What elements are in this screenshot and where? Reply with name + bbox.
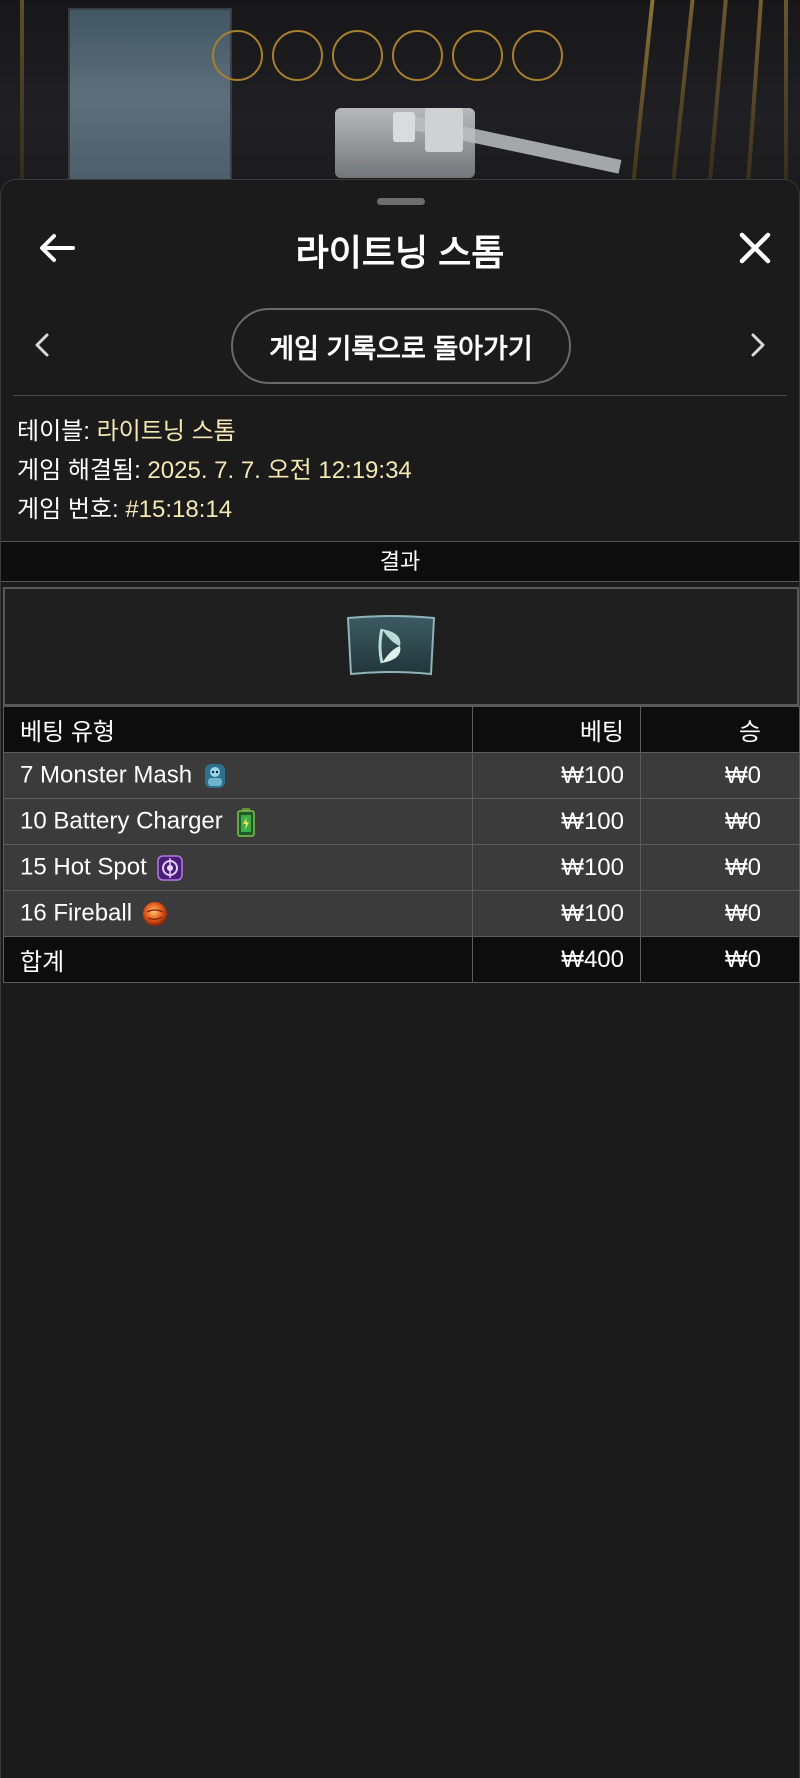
info-resolved-label: 게임 해결됨: <box>17 457 141 484</box>
total-row: 합계 ₩400 ₩0 <box>3 936 800 983</box>
info-table: 테이블: 라이트닝 스톰 <box>17 412 412 451</box>
multiplier-ring <box>512 30 563 81</box>
col-win: 승 <box>640 706 800 753</box>
backdrop-stripe <box>669 0 695 200</box>
monster-icon <box>205 763 226 788</box>
win-amount-cell: ₩0 <box>640 844 800 891</box>
game-backdrop <box>0 0 800 200</box>
bet-amount-cell: ₩100 <box>472 844 641 891</box>
bet-amount-cell: ₩100 <box>472 798 641 845</box>
win-amount-cell: ₩0 <box>640 798 800 845</box>
table-row: 16 Fireball ₩100 ₩0 <box>3 890 800 937</box>
result-card-leaf-icon <box>346 615 436 676</box>
info-resolved: 게임 해결됨: 2025. 7. 7. 오전 12:19:34 <box>17 451 412 490</box>
total-label: 합계 <box>3 936 473 983</box>
backdrop-part <box>425 108 463 152</box>
multiplier-ring <box>452 30 503 81</box>
multiplier-ring <box>272 30 323 81</box>
fireball-icon <box>143 901 168 926</box>
table-row: 10 Battery Charger ₩100 ₩0 <box>3 798 800 845</box>
multiplier-ring <box>212 30 263 81</box>
win-amount-cell: ₩0 <box>640 890 800 937</box>
backdrop-stripe <box>745 0 763 200</box>
multiplier-rings <box>212 30 563 81</box>
bet-type-cell: 10 Battery Charger <box>3 798 473 845</box>
bet-type-cell: 16 Fireball <box>3 890 473 937</box>
backdrop-stripe <box>784 0 788 200</box>
total-bet: ₩400 <box>472 936 641 983</box>
table-row: 15 Hot Spot ₩100 ₩0 <box>3 844 800 891</box>
backdrop-screen <box>68 8 232 200</box>
col-bet-type: 베팅 유형 <box>3 706 473 753</box>
previous-game-button[interactable] <box>17 315 67 375</box>
info-resolved-value: 2025. 7. 7. 오전 12:19:34 <box>147 457 412 484</box>
back-to-history-button[interactable]: 게임 기록으로 돌아가기 <box>231 308 571 384</box>
bet-type-label: 15 Hot Spot <box>20 852 147 880</box>
bet-type-label: 10 Battery Charger <box>20 806 223 834</box>
table-row: 7 Monster Mash ₩100 ₩0 <box>3 752 800 799</box>
bet-type-cell: 7 Monster Mash <box>3 752 473 799</box>
chevron-left-icon <box>35 333 49 357</box>
chevron-right-icon <box>751 333 765 357</box>
backdrop-part <box>393 112 415 142</box>
game-info: 테이블: 라이트닝 스톰 게임 해결됨: 2025. 7. 7. 오전 12:1… <box>17 412 412 529</box>
info-table-value: 라이트닝 스톰 <box>96 418 236 445</box>
result-panel <box>3 587 799 706</box>
bet-type-cell: 15 Hot Spot <box>3 844 473 891</box>
info-game-number-value: #15:18:14 <box>125 496 233 523</box>
backdrop-stripe <box>20 0 24 200</box>
game-detail-sheet: 라이트닝 스톰 게임 기록으로 돌아가기 테이블: 라이트닝 스톰 게임 해결됨… <box>0 179 800 1778</box>
multiplier-ring <box>392 30 443 81</box>
drag-handle[interactable] <box>377 198 425 205</box>
bet-type-label: 7 Monster Mash <box>20 760 193 788</box>
bets-table-header: 베팅 유형 베팅 승 <box>3 706 800 753</box>
col-bet: 베팅 <box>472 706 641 753</box>
result-header: 결과 <box>1 541 799 582</box>
hot-spot-icon <box>157 854 183 881</box>
bets-table: 베팅 유형 베팅 승 7 Monster Mash ₩100 ₩0 10 Bat… <box>3 706 800 983</box>
win-amount-cell: ₩0 <box>640 752 800 799</box>
backdrop-stripe <box>629 0 655 200</box>
bet-amount-cell: ₩100 <box>472 752 641 799</box>
divider <box>13 395 787 396</box>
info-game-number: 게임 번호: #15:18:14 <box>17 490 412 529</box>
multiplier-ring <box>332 30 383 81</box>
next-game-button[interactable] <box>733 315 783 375</box>
battery-icon <box>237 807 255 837</box>
backdrop-stripe <box>706 0 728 200</box>
bet-type-label: 16 Fireball <box>20 898 133 926</box>
page-title: 라이트닝 스톰 <box>295 232 505 273</box>
close-x-icon <box>739 232 771 264</box>
total-win: ₩0 <box>640 936 800 983</box>
info-game-number-label: 게임 번호: <box>17 496 119 523</box>
close-button[interactable] <box>725 218 785 278</box>
bet-amount-cell: ₩100 <box>472 890 641 937</box>
info-table-label: 테이블: <box>17 418 90 445</box>
